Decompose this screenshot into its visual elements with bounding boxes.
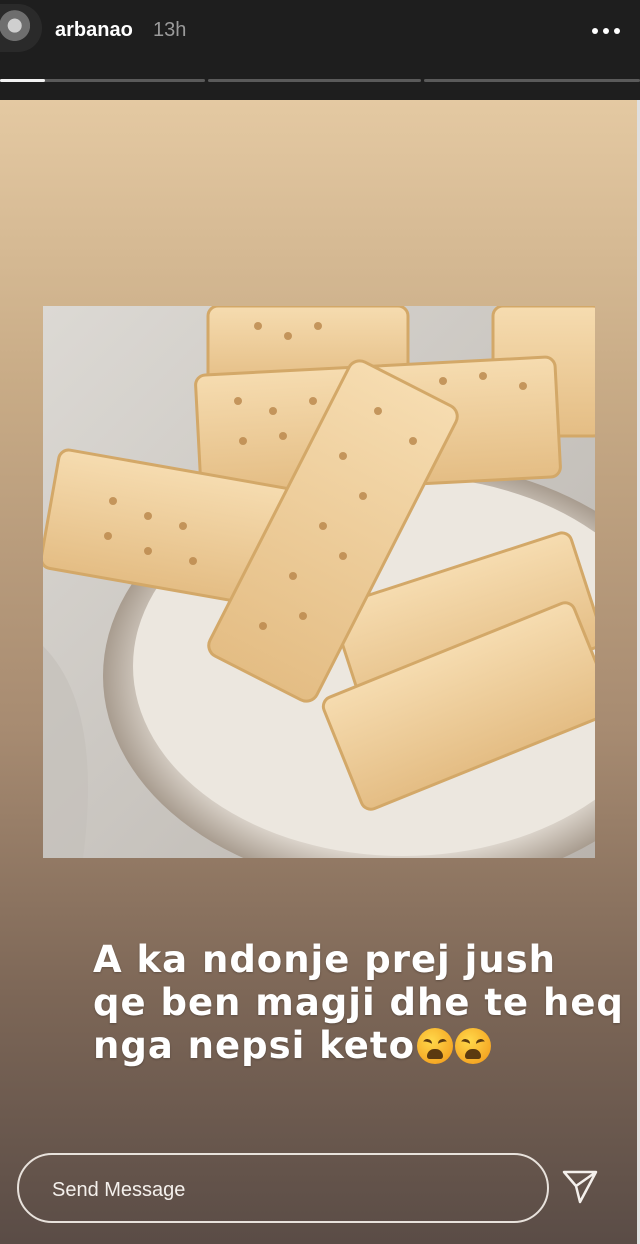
caption-line: nga nepsi keto bbox=[93, 1024, 593, 1067]
story-progress-segment bbox=[0, 79, 205, 82]
story-progress-segment bbox=[424, 79, 640, 82]
message-placeholder: Send Message bbox=[52, 1179, 186, 1201]
send-message-input[interactable]: Send Message bbox=[17, 1153, 549, 1223]
paper-plane-icon[interactable] bbox=[560, 1166, 600, 1206]
avatar[interactable] bbox=[0, 4, 42, 52]
caption-line: A ka ndonje prej jush bbox=[93, 938, 556, 981]
weary-face-emoji-icon bbox=[417, 1028, 453, 1064]
story-header: arbanao 13h bbox=[0, 0, 640, 100]
cookie-photo bbox=[43, 306, 595, 858]
username[interactable]: arbanao bbox=[55, 19, 133, 42]
more-options-icon[interactable] bbox=[584, 16, 628, 46]
story-caption: A ka ndonje prej jush qe ben magji dhe t… bbox=[93, 938, 624, 1067]
caption-line: qe ben magji dhe te heq bbox=[93, 981, 624, 1024]
story-progress-segment bbox=[208, 79, 421, 82]
timestamp: 13h bbox=[153, 19, 187, 41]
weary-face-emoji-icon bbox=[455, 1028, 491, 1064]
caption-line-text: nga nepsi keto bbox=[93, 1024, 415, 1067]
